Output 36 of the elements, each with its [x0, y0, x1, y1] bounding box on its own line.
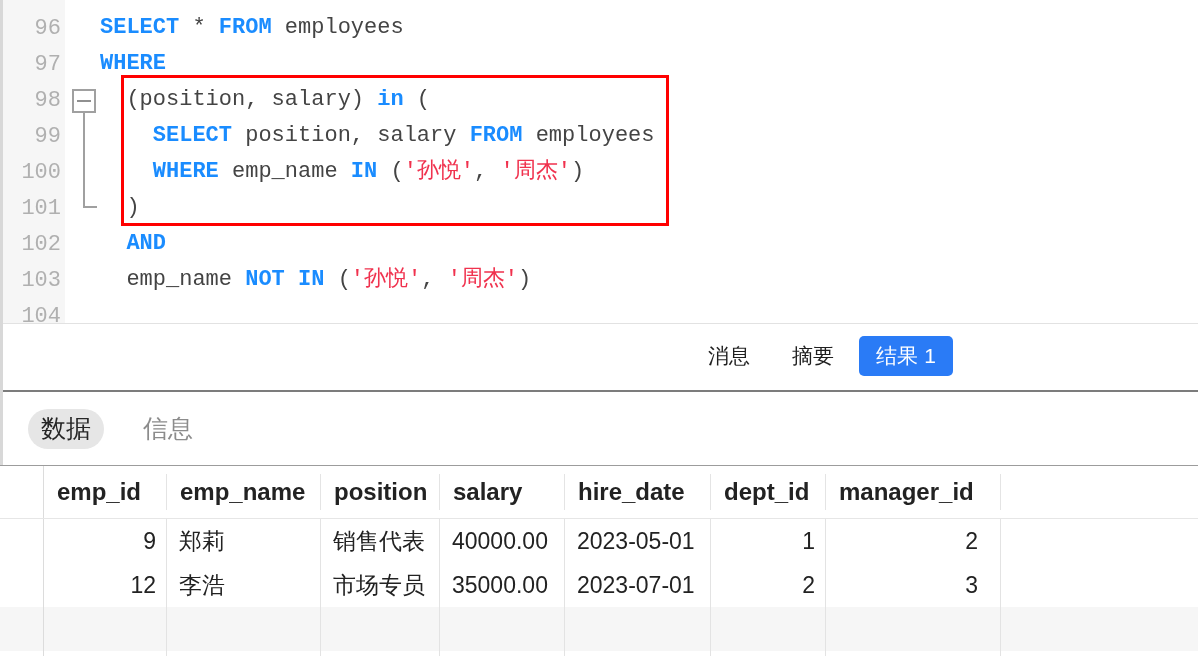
line-number: 102: [21, 230, 61, 259]
line-number: 100: [21, 158, 61, 187]
collapse-icon[interactable]: [72, 89, 96, 113]
column-header[interactable]: emp_name: [167, 466, 320, 518]
result-tab[interactable]: 消息: [691, 335, 768, 376]
code-line: ): [126, 194, 140, 222]
code-line: AND: [126, 230, 166, 258]
code-line: SELECT position, salary FROM employees: [152, 122, 655, 150]
result-tab[interactable]: 结果 1: [859, 335, 953, 376]
table-cell: 1: [711, 519, 826, 563]
code-line: SELECT * FROM employees: [100, 14, 404, 42]
line-number: 99: [34, 122, 61, 151]
column-header[interactable]: emp_id: [44, 466, 166, 518]
code-line: emp_name NOT IN ('孙悦', '周杰'): [126, 266, 532, 294]
column-header[interactable]: dept_id: [711, 466, 825, 518]
line-number: 101: [21, 194, 61, 223]
column-header[interactable]: position: [321, 466, 439, 518]
code-line: (position, salary) in (: [126, 86, 431, 114]
view-tab[interactable]: 数据: [28, 408, 104, 449]
table-cell: 9: [44, 519, 167, 563]
line-number: 103: [21, 266, 61, 295]
result-tab[interactable]: 摘要: [775, 335, 852, 376]
column-header[interactable]: salary: [440, 466, 564, 518]
column-header[interactable]: hire_date: [565, 466, 710, 518]
table-cell: 40000.00: [440, 519, 565, 563]
table-cell: 销售代表: [321, 519, 440, 563]
code-line: WHERE: [100, 50, 166, 78]
line-number: 98: [34, 86, 61, 115]
column-header[interactable]: manager_id: [826, 466, 1000, 518]
table-cell: 郑莉: [167, 519, 321, 563]
table-cell: 2: [826, 519, 1001, 563]
line-number: 104: [21, 302, 61, 323]
table-cell: 2023-05-01: [565, 519, 711, 563]
code-line: WHERE emp_name IN ('孙悦', '周杰'): [152, 158, 585, 186]
line-number: 97: [34, 50, 61, 79]
line-number: 96: [34, 14, 61, 43]
